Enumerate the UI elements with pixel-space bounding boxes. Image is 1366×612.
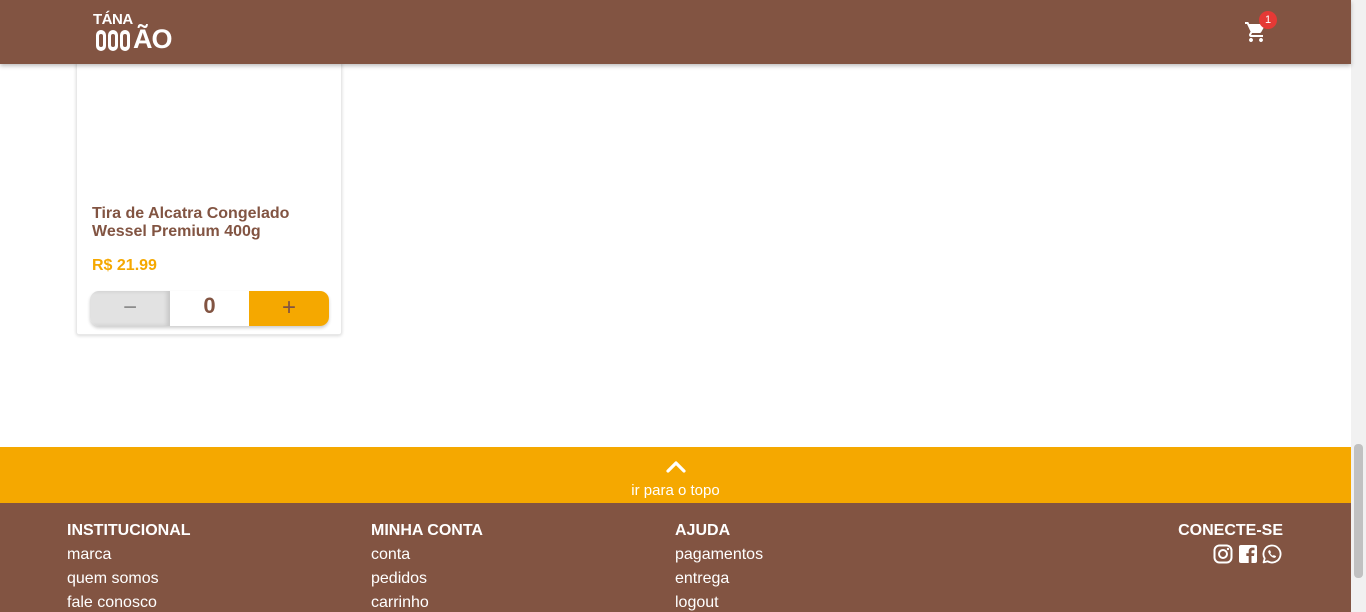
header: TÁNA ÃO 1 [0,0,1351,64]
logo-text-bottom: ÃO [133,24,172,54]
product-price: R$ 21.99 [92,257,157,274]
footer-link-quem-somos[interactable]: quem somos [67,567,191,591]
footer-link-logout[interactable]: logout [675,591,763,612]
footer-title-conecte: CONECTE-SE [1178,522,1283,539]
page: TÁNA ÃO 1 Tira de Alcatra Congelado Wess… [0,0,1366,612]
instagram-icon[interactable] [1213,544,1233,564]
increase-quantity-button[interactable]: + [249,291,329,326]
footer-link-conta[interactable]: conta [371,543,483,567]
footer-link-pedidos[interactable]: pedidos [371,567,483,591]
footer-col-minha-conta: MINHA CONTA conta pedidos carrinho [371,522,483,612]
footer: INSTITUCIONAL marca quem somos fale cono… [0,503,1351,612]
chevron-up-icon [666,461,686,473]
footer-link-entrega[interactable]: entrega [675,567,763,591]
back-to-top-label: ir para o topo [631,482,720,499]
footer-link-marca[interactable]: marca [67,543,191,567]
cart-count-badge: 1 [1259,11,1277,29]
product-name[interactable]: Tira de Alcatra Congelado Wessel Premium… [92,205,332,241]
footer-title-institucional: INSTITUCIONAL [67,522,191,539]
footer-col-conecte: CONECTE-SE [1100,522,1283,543]
back-to-top-button[interactable]: ir para o topo [0,447,1351,503]
footer-link-carrinho[interactable]: carrinho [371,591,483,612]
quantity-value[interactable]: 0 [170,291,249,326]
footer-link-fale-conosco[interactable]: fale conosco [67,591,191,612]
logo-hands-icon [96,30,130,51]
product-card[interactable]: Tira de Alcatra Congelado Wessel Premium… [76,40,342,335]
scrollbar-thumb[interactable] [1354,444,1363,578]
quantity-stepper: − 0 + [90,291,329,326]
footer-col-institucional: INSTITUCIONAL marca quem somos fale cono… [67,522,191,612]
footer-col-ajuda: AJUDA pagamentos entrega logout [675,522,763,612]
footer-title-minha-conta: MINHA CONTA [371,522,483,539]
social-links [1213,544,1283,566]
facebook-icon[interactable] [1238,544,1258,564]
whatsapp-icon[interactable] [1262,544,1282,564]
logo[interactable]: TÁNA ÃO [93,12,189,54]
vertical-scrollbar[interactable] [1351,0,1366,612]
footer-title-ajuda: AJUDA [675,522,731,539]
footer-link-pagamentos[interactable]: pagamentos [675,543,763,567]
decrease-quantity-button[interactable]: − [90,291,170,326]
logo-text-top: TÁNA [93,11,133,28]
